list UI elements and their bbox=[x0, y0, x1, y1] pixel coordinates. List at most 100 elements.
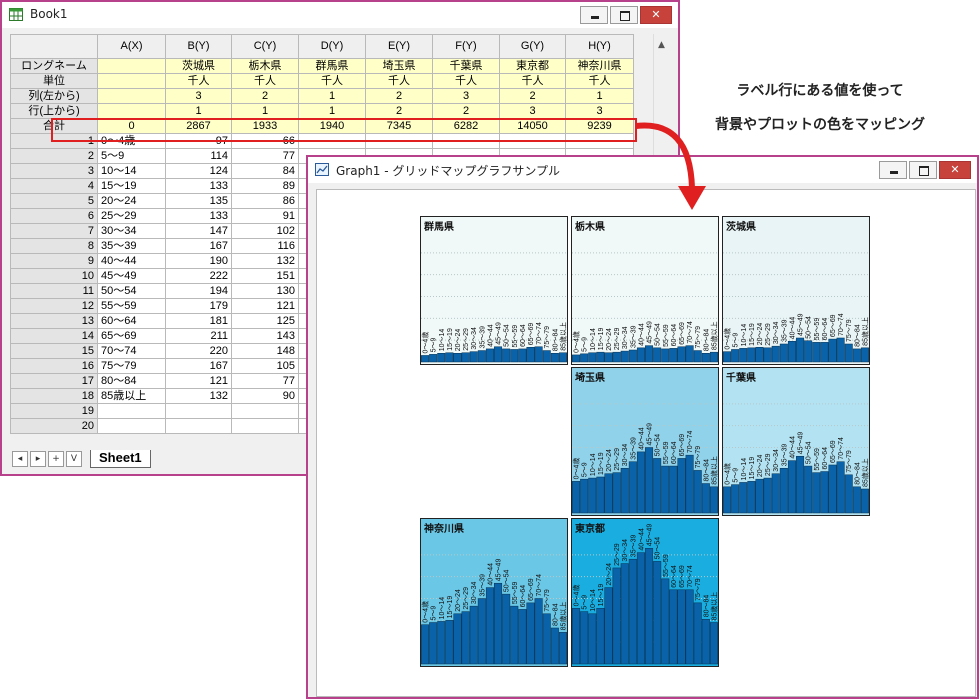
cell-age[interactable] bbox=[97, 403, 166, 419]
cell-value[interactable] bbox=[231, 403, 299, 419]
maximize-button[interactable] bbox=[610, 6, 638, 24]
cell-value[interactable]: 147 bbox=[165, 223, 232, 239]
row-header[interactable]: 8 bbox=[10, 238, 98, 254]
cell-value[interactable]: 121 bbox=[231, 298, 299, 314]
cell-value[interactable]: 102 bbox=[231, 223, 299, 239]
label-cell[interactable]: 1 bbox=[298, 88, 366, 104]
cell-age[interactable]: 20～24 bbox=[97, 193, 166, 209]
row-header[interactable]: 20 bbox=[10, 418, 98, 434]
cell-value[interactable]: 151 bbox=[231, 268, 299, 284]
label-cell[interactable]: 1 bbox=[231, 103, 299, 119]
cell-value[interactable]: 105 bbox=[231, 358, 299, 374]
cell-value[interactable]: 148 bbox=[231, 343, 299, 359]
row-header[interactable]: 11 bbox=[10, 283, 98, 299]
cell-value[interactable]: 132 bbox=[231, 253, 299, 269]
label-row-header[interactable]: 単位 bbox=[10, 73, 98, 89]
cell-value[interactable]: 89 bbox=[231, 178, 299, 194]
label-cell[interactable]: 神奈川県 bbox=[565, 58, 634, 74]
label-cell[interactable]: 埼玉県 bbox=[365, 58, 433, 74]
cell-value[interactable]: 90 bbox=[231, 388, 299, 404]
cell-value[interactable]: 133 bbox=[165, 178, 232, 194]
cell-age[interactable]: 30～34 bbox=[97, 223, 166, 239]
label-cell[interactable] bbox=[97, 88, 166, 104]
row-header[interactable]: 7 bbox=[10, 223, 98, 239]
cell-value[interactable]: 222 bbox=[165, 268, 232, 284]
row-header[interactable]: 16 bbox=[10, 358, 98, 374]
label-cell[interactable]: 千人 bbox=[298, 73, 366, 89]
cell-value[interactable]: 121 bbox=[165, 373, 232, 389]
label-cell[interactable]: 2 bbox=[365, 103, 433, 119]
column-header[interactable]: E(Y) bbox=[365, 34, 433, 59]
cell-value[interactable] bbox=[231, 418, 299, 434]
cell-value[interactable]: 133 bbox=[165, 208, 232, 224]
label-cell[interactable]: 千人 bbox=[565, 73, 634, 89]
row-header[interactable]: 2 bbox=[10, 148, 98, 164]
cell-value[interactable]: 143 bbox=[231, 328, 299, 344]
corner-cell[interactable] bbox=[10, 34, 98, 59]
sheet-nav-next-button[interactable]: ▸ bbox=[30, 451, 46, 467]
sheet-nav-first-button[interactable]: ◂ bbox=[12, 451, 28, 467]
minimize-button[interactable] bbox=[580, 6, 608, 24]
label-cell[interactable]: 千人 bbox=[499, 73, 566, 89]
row-header[interactable]: 3 bbox=[10, 163, 98, 179]
grid-panel[interactable]: 0～4歳 5～9 10～14 15～19 20～24 25～29 30～34 35～39 40～… bbox=[722, 216, 870, 365]
row-header[interactable]: 4 bbox=[10, 178, 98, 194]
cell-age[interactable]: 55～59 bbox=[97, 298, 166, 314]
label-cell[interactable]: 栃木県 bbox=[231, 58, 299, 74]
label-cell[interactable]: 3 bbox=[565, 103, 634, 119]
cell-value[interactable]: 91 bbox=[231, 208, 299, 224]
label-cell[interactable]: 3 bbox=[432, 88, 500, 104]
label-cell[interactable]: 1 bbox=[565, 88, 634, 104]
row-header[interactable]: 19 bbox=[10, 403, 98, 419]
cell-value[interactable]: 167 bbox=[165, 238, 232, 254]
cell-value[interactable]: 77 bbox=[231, 373, 299, 389]
label-cell[interactable]: 千人 bbox=[165, 73, 232, 89]
label-cell[interactable]: 1 bbox=[165, 103, 232, 119]
workbook-titlebar[interactable]: Book1 ✕ bbox=[2, 2, 678, 28]
label-cell[interactable]: 千人 bbox=[231, 73, 299, 89]
graph-close-button[interactable]: ✕ bbox=[939, 161, 971, 179]
label-cell[interactable]: 3 bbox=[165, 88, 232, 104]
close-button[interactable]: ✕ bbox=[640, 6, 672, 24]
column-header[interactable]: D(Y) bbox=[298, 34, 366, 59]
cell-value[interactable]: 130 bbox=[231, 283, 299, 299]
label-cell[interactable]: 東京都 bbox=[499, 58, 566, 74]
row-header[interactable]: 10 bbox=[10, 268, 98, 284]
label-row-header[interactable]: ロングネーム bbox=[10, 58, 98, 74]
grid-panel[interactable]: 0～4歳 5～9 10～14 15～19 20～24 25～29 30～34 35～39 40～… bbox=[571, 367, 719, 516]
grid-panel[interactable]: 0～4歳 5～9 10～14 15～19 20～24 25～29 30～34 35～39 40～… bbox=[420, 216, 568, 365]
label-cell[interactable]: 2 bbox=[432, 103, 500, 119]
cell-value[interactable]: 124 bbox=[165, 163, 232, 179]
graph-page[interactable]: 0～4歳 5～9 10～14 15～19 20～24 25～29 30～34 35～39 40～… bbox=[316, 189, 976, 697]
grid-panel[interactable]: 0～4歳 5～9 10～14 15～19 20～24 25～29 30～34 35～39 40～… bbox=[420, 518, 568, 667]
column-header[interactable]: C(Y) bbox=[231, 34, 299, 59]
column-header[interactable]: G(Y) bbox=[499, 34, 566, 59]
graph-window[interactable]: Graph1 - グリッドマップグラフサンプル ✕ 0～4歳 5～9 10～14 15… bbox=[306, 155, 979, 699]
cell-age[interactable]: 10～14 bbox=[97, 163, 166, 179]
label-cell[interactable]: 群馬県 bbox=[298, 58, 366, 74]
cell-value[interactable]: 181 bbox=[165, 313, 232, 329]
row-header[interactable]: 13 bbox=[10, 313, 98, 329]
label-cell[interactable]: 2 bbox=[231, 88, 299, 104]
cell-age[interactable]: 60～64 bbox=[97, 313, 166, 329]
label-cell[interactable] bbox=[97, 73, 166, 89]
cell-value[interactable] bbox=[165, 403, 232, 419]
cell-value[interactable]: 179 bbox=[165, 298, 232, 314]
cell-value[interactable]: 211 bbox=[165, 328, 232, 344]
cell-age[interactable]: 40～44 bbox=[97, 253, 166, 269]
scroll-up-icon[interactable]: ▲ bbox=[658, 40, 665, 50]
cell-age[interactable]: 45～49 bbox=[97, 268, 166, 284]
cell-value[interactable]: 220 bbox=[165, 343, 232, 359]
cell-value[interactable]: 114 bbox=[165, 148, 232, 164]
add-sheet-button[interactable]: + bbox=[48, 451, 64, 467]
column-header[interactable]: A(X) bbox=[97, 34, 166, 59]
cell-value[interactable]: 135 bbox=[165, 193, 232, 209]
row-header[interactable]: 12 bbox=[10, 298, 98, 314]
column-header[interactable]: F(Y) bbox=[432, 34, 500, 59]
cell-age[interactable]: 35～39 bbox=[97, 238, 166, 254]
cell-value[interactable]: 132 bbox=[165, 388, 232, 404]
cell-age[interactable]: 25～29 bbox=[97, 208, 166, 224]
sheet-list-button[interactable]: V bbox=[66, 451, 82, 467]
cell-age[interactable]: 75～79 bbox=[97, 358, 166, 374]
cell-value[interactable]: 190 bbox=[165, 253, 232, 269]
